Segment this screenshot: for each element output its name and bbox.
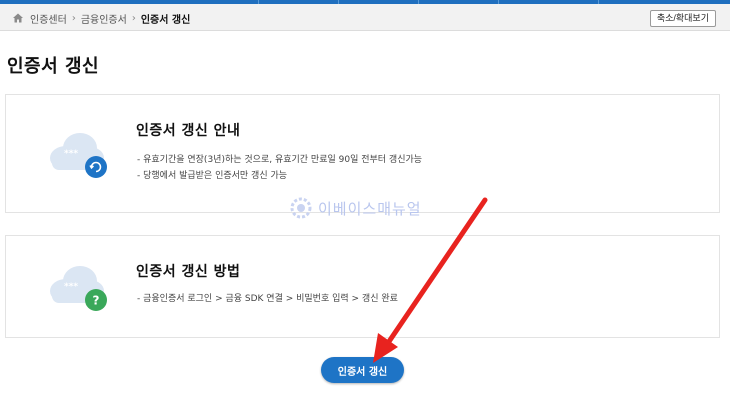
cloud-stars: ***	[64, 149, 78, 159]
page-title: 인증서 갱신	[7, 56, 100, 77]
card-line: - 유효기간을 연장(3년)하는 것으로, 유효기간 만료일 90일 전부터 갱…	[137, 155, 423, 165]
watermark: 이베이스매뉴얼	[290, 197, 422, 219]
card-line: - 당행에서 발급받은 인증서만 갱신 가능	[137, 171, 288, 181]
renewal-info-card: *** 인증서 갱신 안내 - 유효기간을 연장(3년)하는 것으로, 유효기간…	[5, 94, 720, 213]
cloud-certificate-icon: ***	[50, 133, 107, 178]
question-glyph: ?	[93, 294, 100, 308]
card-description: - 금융인증서 로그인 > 금융 SDK 연결 > 비밀번호 입력 > 갱신 완…	[137, 291, 398, 307]
breadcrumb-separator: ›	[71, 12, 76, 24]
card-title: 인증서 갱신 방법	[136, 264, 241, 280]
renewal-method-card: *** ? 인증서 갱신 방법 - 금융인증서 로그인 > 금융 SDK 연결 …	[5, 235, 720, 338]
watermark-text: 이베이스매뉴얼	[318, 199, 422, 218]
breadcrumb-item-auth-center[interactable]: 인증센터	[30, 11, 67, 26]
cloud-stars: ***	[64, 282, 78, 292]
watermark-logo-icon	[290, 197, 312, 219]
breadcrumb-item-financial-cert[interactable]: 금융인증서	[81, 11, 127, 26]
refresh-icon	[85, 156, 107, 178]
home-icon[interactable]	[12, 12, 24, 24]
card-description: - 유효기간을 연장(3년)하는 것으로, 유효기간 만료일 90일 전부터 갱…	[137, 152, 422, 184]
card-title: 인증서 갱신 안내	[136, 123, 241, 139]
breadcrumb-bar: 인증센터 › 금융인증서 › 인증서 갱신 축소/확대보기	[0, 4, 730, 31]
zoom-toggle-button[interactable]: 축소/확대보기	[649, 10, 716, 27]
breadcrumb-separator: ›	[131, 12, 136, 24]
breadcrumb: 인증센터 › 금융인증서 › 인증서 갱신	[12, 10, 190, 26]
renew-certificate-button[interactable]: 인증서 갱신	[321, 357, 404, 383]
cloud-certificate-icon: *** ?	[50, 266, 107, 311]
breadcrumb-item-current: 인증서 갱신	[140, 14, 191, 26]
card-line: - 금융인증서 로그인 > 금융 SDK 연결 > 비밀번호 입력 > 갱신 완…	[137, 294, 398, 304]
